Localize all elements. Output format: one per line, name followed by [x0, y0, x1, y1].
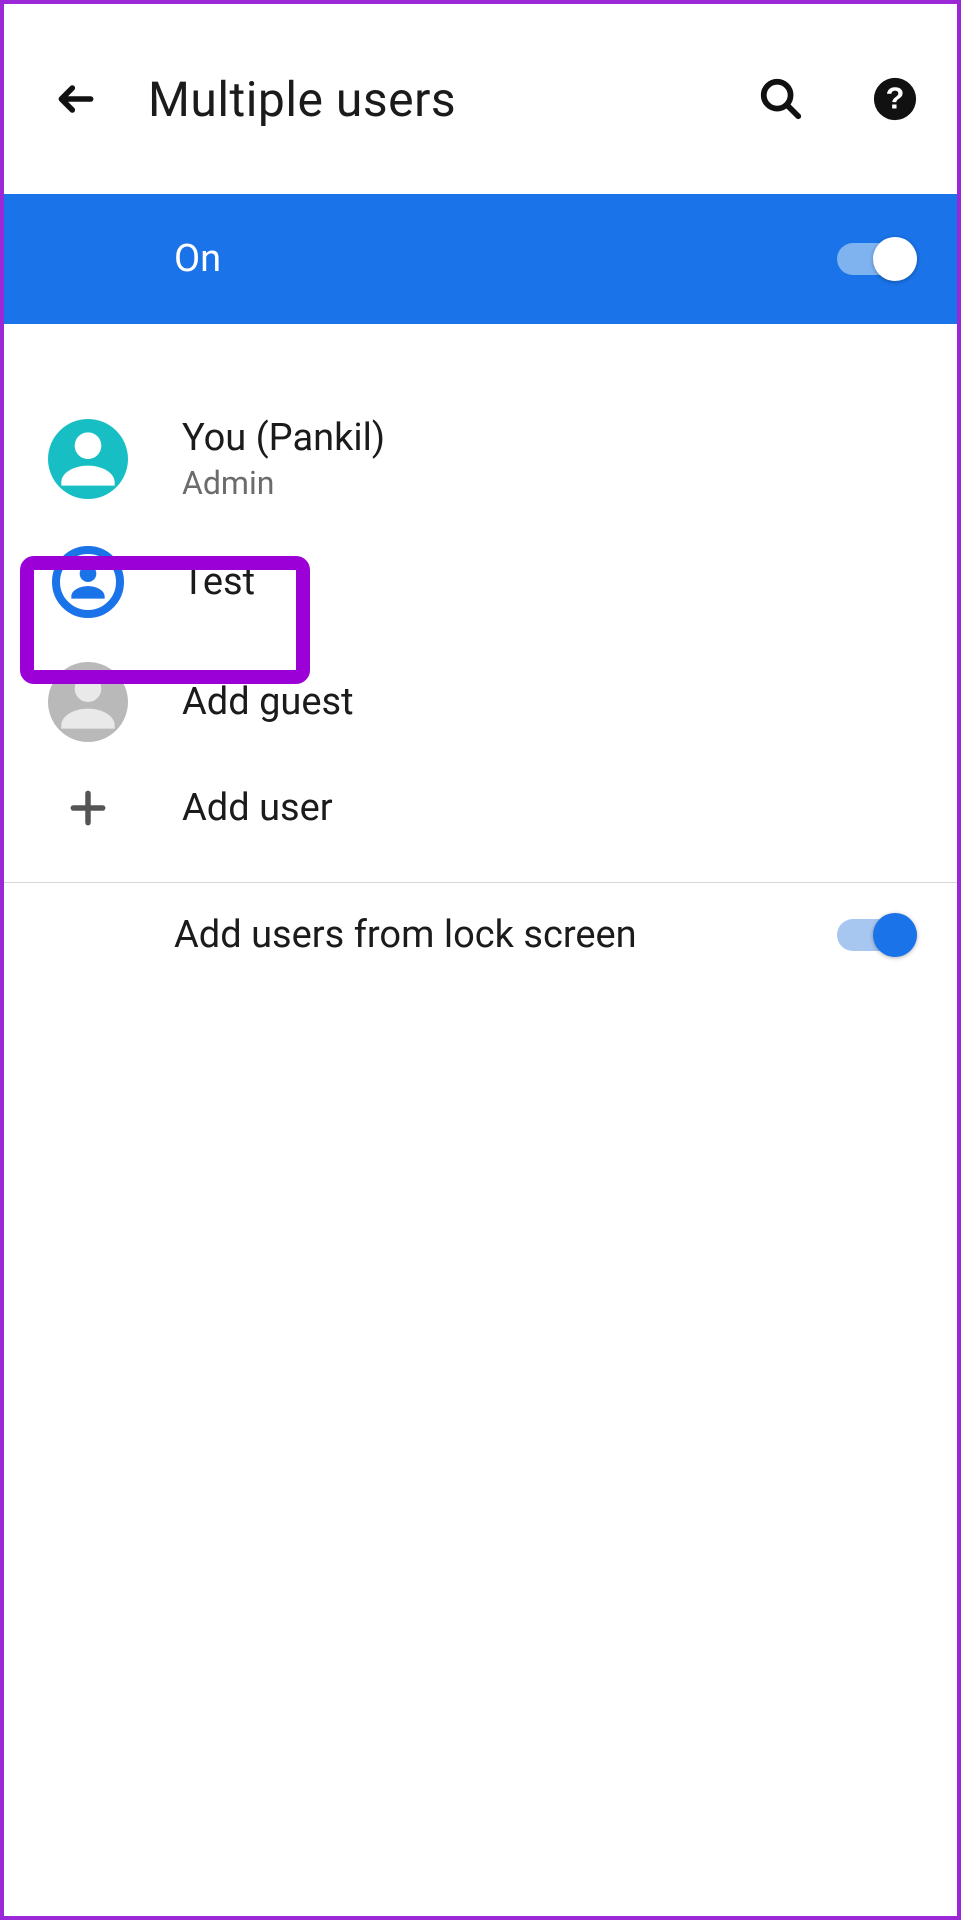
svg-text:?: ? — [886, 82, 905, 116]
user-test-name: Test — [182, 560, 255, 604]
back-button[interactable] — [44, 67, 108, 131]
add-from-lock-screen-label: Add users from lock screen — [174, 913, 637, 957]
user-row-you[interactable]: You (Pankil) Admin — [4, 394, 957, 524]
app-header: Multiple users ? — [4, 4, 957, 194]
search-icon — [758, 76, 804, 122]
master-toggle-label: On — [174, 237, 221, 281]
add-user-label: Add user — [182, 786, 333, 830]
help-icon: ? — [872, 76, 918, 122]
switch-thumb — [873, 913, 917, 957]
add-from-lock-screen-switch[interactable] — [837, 913, 917, 957]
add-user-row[interactable]: Add user — [4, 764, 957, 852]
plus-icon — [66, 786, 110, 830]
multiple-users-master-toggle-row[interactable]: On — [4, 194, 957, 324]
arrow-left-icon — [54, 77, 98, 121]
user-you-role: Admin — [182, 464, 385, 502]
master-toggle-switch[interactable] — [837, 237, 917, 281]
user-list: You (Pankil) Admin Test Add guest Add us… — [4, 324, 957, 987]
add-guest-row[interactable]: Add guest — [4, 640, 957, 764]
avatar-test-icon — [52, 546, 124, 618]
add-guest-label: Add guest — [182, 680, 354, 724]
add-from-lock-screen-row[interactable]: Add users from lock screen — [4, 883, 957, 987]
user-row-test[interactable]: Test — [4, 524, 957, 640]
page-title: Multiple users — [148, 71, 699, 128]
switch-thumb — [873, 237, 917, 281]
search-button[interactable] — [749, 67, 813, 131]
avatar-you-icon — [48, 419, 128, 499]
user-you-name: You (Pankil) — [182, 416, 385, 460]
avatar-guest-icon — [48, 662, 128, 742]
help-button[interactable]: ? — [863, 67, 927, 131]
